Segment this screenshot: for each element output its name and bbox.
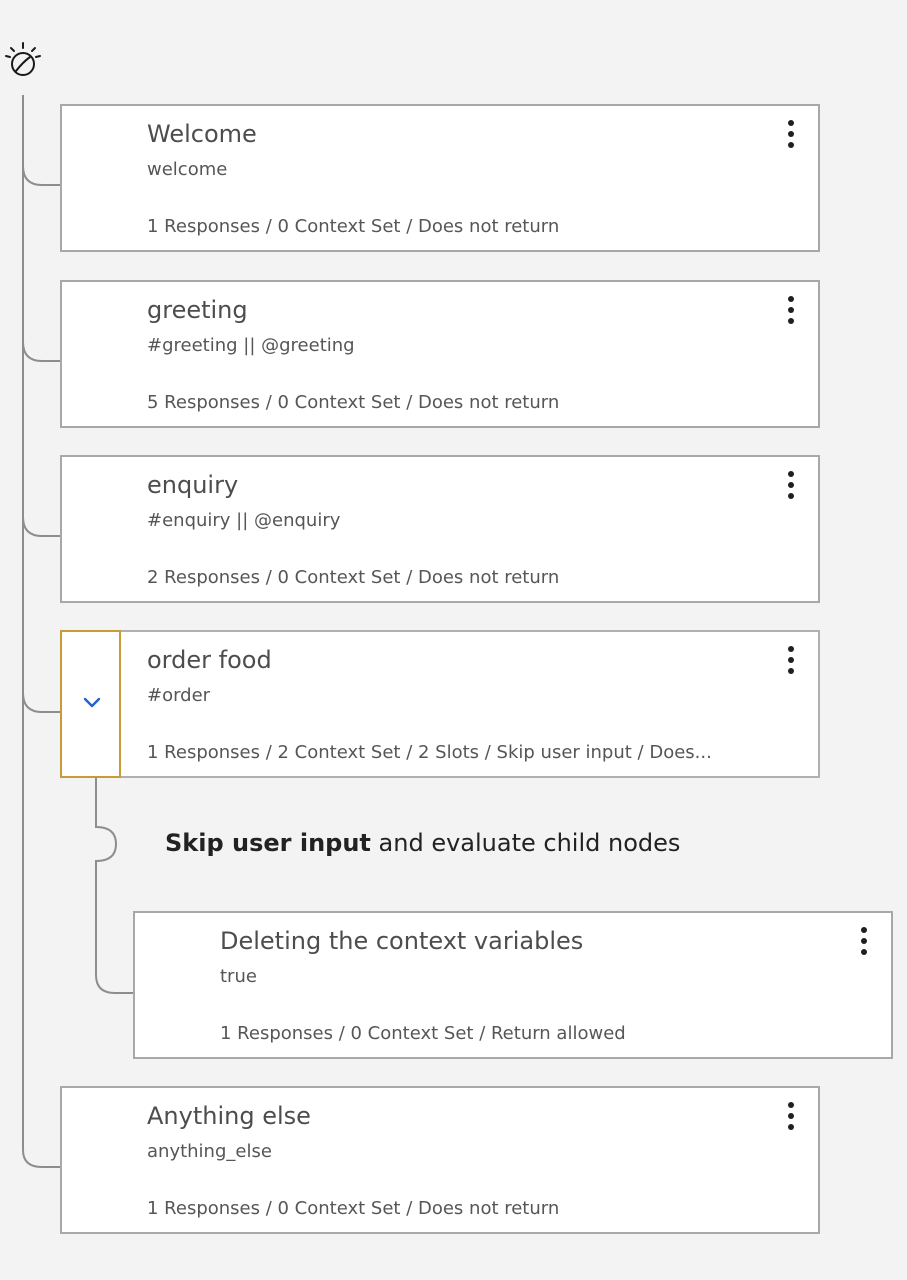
dialog-node-deleting-context[interactable]: Deleting the context variables true 1 Re… <box>133 911 893 1059</box>
node-summary: 1 Responses / 0 Context Set / Does not r… <box>147 216 560 237</box>
overflow-menu-icon[interactable] <box>782 1100 800 1132</box>
node-summary: 2 Responses / 0 Context Set / Does not r… <box>147 567 560 588</box>
node-condition: #enquiry || @enquiry <box>147 510 341 531</box>
dialog-node-greeting[interactable]: greeting #greeting || @greeting 5 Respon… <box>60 280 820 428</box>
dialog-node-welcome[interactable]: Welcome welcome 1 Responses / 0 Context … <box>60 104 820 252</box>
overflow-menu-icon[interactable] <box>782 294 800 326</box>
node-title: order food <box>147 646 272 674</box>
node-title: Deleting the context variables <box>220 927 584 955</box>
lightbulb-logo-icon <box>3 40 43 80</box>
node-condition: true <box>220 966 257 987</box>
node-title: greeting <box>147 296 248 324</box>
node-summary: 1 Responses / 0 Context Set / Return all… <box>220 1023 626 1044</box>
node-summary: 1 Responses / 2 Context Set / 2 Slots / … <box>147 742 712 763</box>
skip-user-input-note: Skip user input and evaluate child nodes <box>165 829 680 857</box>
skip-note-text: and evaluate child nodes <box>370 829 681 857</box>
chevron-down-icon <box>83 697 101 708</box>
overflow-menu-icon[interactable] <box>782 118 800 150</box>
dialog-node-anything-else[interactable]: Anything else anything_else 1 Responses … <box>60 1086 820 1234</box>
overflow-menu-icon[interactable] <box>855 925 873 957</box>
overflow-menu-icon[interactable] <box>782 469 800 501</box>
node-condition: welcome <box>147 159 228 180</box>
dialog-tree-canvas: Welcome welcome 1 Responses / 0 Context … <box>0 0 907 1280</box>
node-condition: #order <box>147 685 211 706</box>
skip-note-bold: Skip user input <box>165 829 371 857</box>
node-summary: 1 Responses / 0 Context Set / Does not r… <box>147 1198 560 1219</box>
node-title: Welcome <box>147 120 257 148</box>
node-condition: anything_else <box>147 1141 272 1162</box>
node-summary: 5 Responses / 0 Context Set / Does not r… <box>147 392 560 413</box>
node-title: Anything else <box>147 1102 311 1130</box>
dialog-node-enquiry[interactable]: enquiry #enquiry || @enquiry 2 Responses… <box>60 455 820 603</box>
dialog-node-order-food[interactable]: order food #order 1 Responses / 2 Contex… <box>60 630 820 778</box>
node-condition: #greeting || @greeting <box>147 335 355 356</box>
expand-toggle[interactable] <box>60 630 121 778</box>
overflow-menu-icon[interactable] <box>782 644 800 676</box>
node-title: enquiry <box>147 471 239 499</box>
